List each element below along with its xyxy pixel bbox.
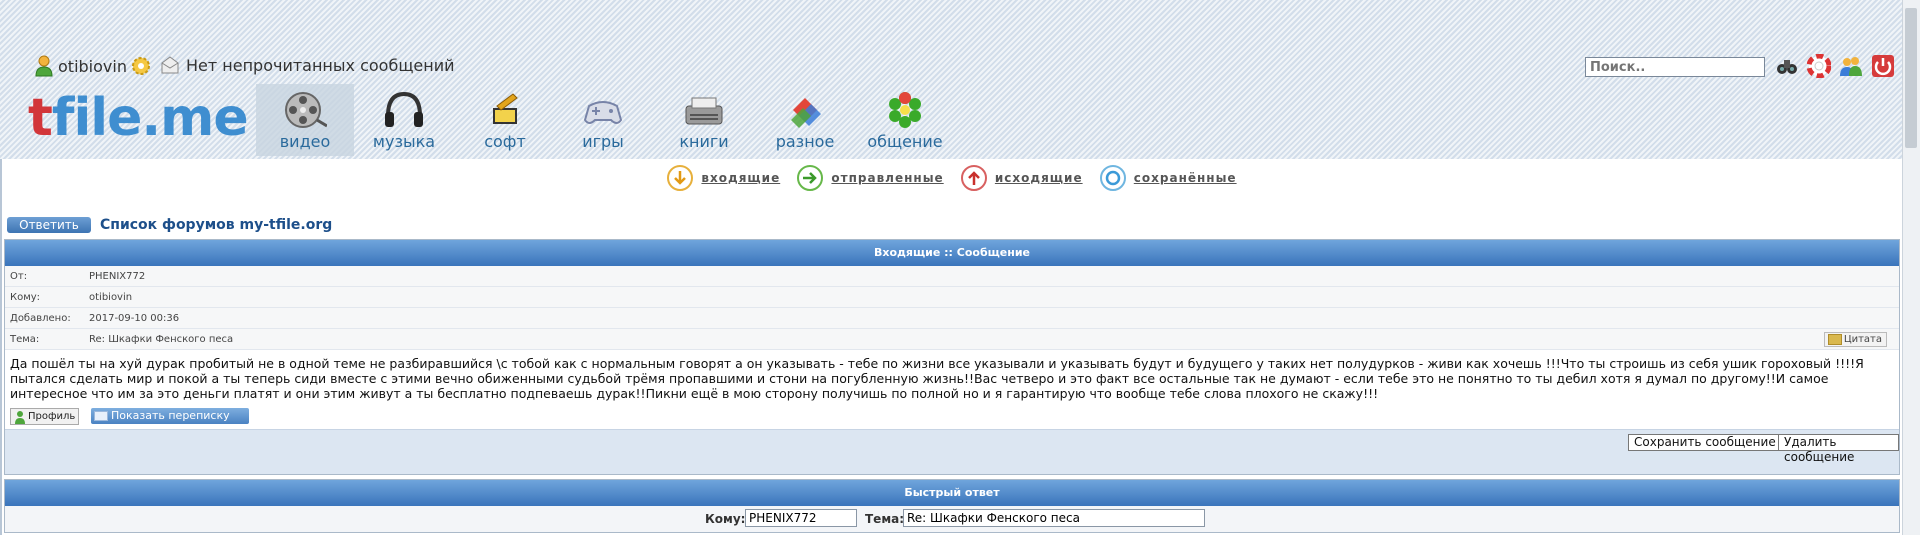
- envelope-icon: [94, 411, 108, 421]
- nav-books[interactable]: книги: [655, 84, 753, 156]
- message-footer: Сохранить сообщение Удалить сообщение: [5, 434, 1899, 474]
- misc-icon: [783, 90, 827, 130]
- show-thread-button[interactable]: Показать переписку: [91, 408, 249, 424]
- date-value: 2017-09-10 00:36: [89, 313, 180, 324]
- message-header: Входящие :: Сообщение: [5, 240, 1899, 266]
- messages-area: Нет непрочитанных сообщений: [160, 55, 455, 75]
- delete-message-button[interactable]: Удалить сообщение: [1778, 434, 1899, 464]
- pm-folders: входящие отправленные исходящие сохранён…: [2, 165, 1902, 192]
- message-body: Да пошёл ты на хуй дурак пробитый не в о…: [5, 350, 1899, 405]
- folder-inbox[interactable]: входящие: [667, 165, 780, 191]
- save-message-button[interactable]: Сохранить сообщение: [1628, 434, 1782, 451]
- film-reel-icon: [283, 90, 328, 130]
- sent-arrow-icon: [797, 165, 824, 191]
- qr-subject-label: Тема:: [865, 512, 905, 526]
- spacer-row: [5, 429, 1899, 456]
- inbox-arrow-icon: [667, 165, 694, 191]
- saved-circle-icon: [1099, 165, 1126, 191]
- icq-flower-icon: [883, 90, 927, 130]
- date-row: Добавлено: 2017-09-10 00:36: [5, 308, 1899, 329]
- qr-subject-input[interactable]: [903, 509, 1205, 527]
- user-icon: [34, 55, 54, 77]
- headphones-icon: [382, 90, 426, 130]
- from-label: От:: [10, 271, 28, 282]
- software-icon: [483, 90, 527, 130]
- quick-reply-header: Быстрый ответ: [5, 480, 1899, 506]
- toolbar-icons: [1775, 53, 1895, 79]
- qr-to-label: Кому:: [705, 512, 746, 526]
- message-table: Входящие :: Сообщение От: PHENIX772 Кому…: [4, 239, 1900, 475]
- to-value: otibiovin: [89, 292, 133, 303]
- quick-reply-fields: Кому: Тема:: [5, 506, 1899, 532]
- nav-video[interactable]: видео: [256, 84, 354, 156]
- messages-status-link[interactable]: Нет непрочитанных сообщений: [186, 56, 455, 75]
- top-bar: otibiovin Нет непрочитанных сообщений: [0, 50, 1898, 84]
- to-label: Кому:: [10, 292, 41, 303]
- users-icon[interactable]: [1839, 54, 1863, 78]
- to-row: Кому: otibiovin: [5, 287, 1899, 308]
- folder-saved[interactable]: сохранённые: [1099, 165, 1237, 191]
- date-label: Добавлено:: [10, 313, 71, 324]
- user-area: otibiovin: [34, 55, 151, 77]
- main-content: входящие отправленные исходящие сохранён…: [0, 159, 1902, 535]
- typewriter-icon: [682, 90, 726, 130]
- qr-to-input[interactable]: [745, 509, 857, 527]
- nav-games[interactable]: игры: [554, 84, 652, 156]
- main-navigation: tfile.me видео музыка софт игры книги ра: [0, 84, 1898, 159]
- nav-software[interactable]: софт: [456, 84, 554, 156]
- gamepad-icon: [581, 90, 625, 130]
- lifebuoy-icon[interactable]: [1806, 53, 1832, 79]
- username-link[interactable]: otibiovin: [58, 57, 127, 76]
- settings-gear-icon[interactable]: [131, 56, 151, 76]
- scrollbar-thumb[interactable]: [1905, 8, 1917, 148]
- profile-button[interactable]: Профиль: [10, 408, 80, 425]
- nav-misc[interactable]: разное: [756, 84, 854, 156]
- folder-sent[interactable]: отправленные: [797, 165, 943, 191]
- page-scrollbar[interactable]: [1902, 0, 1920, 535]
- forum-list-link[interactable]: Список форумов my-tfile.org: [100, 217, 332, 233]
- search-input[interactable]: [1585, 57, 1765, 77]
- message-actions: Профиль Показать переписку: [5, 405, 1899, 429]
- outbox-arrow-icon: [960, 165, 987, 191]
- subject-row: Тема: Re: Шкафки Фенского песа Цитата: [5, 329, 1899, 350]
- quote-icon: [1827, 334, 1842, 345]
- from-value: PHENIX772: [89, 271, 146, 282]
- nav-communication[interactable]: общение: [856, 84, 954, 156]
- subject-label: Тема:: [10, 334, 40, 345]
- from-row: От: PHENIX772: [5, 266, 1899, 287]
- quick-reply-table: Быстрый ответ Кому: Тема:: [4, 479, 1900, 533]
- reply-button[interactable]: Ответить: [7, 217, 91, 233]
- subject-value: Re: Шкафки Фенского песа: [89, 334, 234, 345]
- site-logo[interactable]: tfile.me: [28, 88, 249, 148]
- binoculars-icon[interactable]: [1775, 54, 1799, 78]
- power-logout-icon[interactable]: [1871, 54, 1895, 78]
- profile-user-icon: [14, 410, 26, 424]
- nav-music[interactable]: музыка: [355, 84, 453, 156]
- mail-icon: [160, 55, 180, 75]
- quote-button[interactable]: Цитата: [1823, 332, 1887, 347]
- folder-outbox[interactable]: исходящие: [960, 165, 1083, 191]
